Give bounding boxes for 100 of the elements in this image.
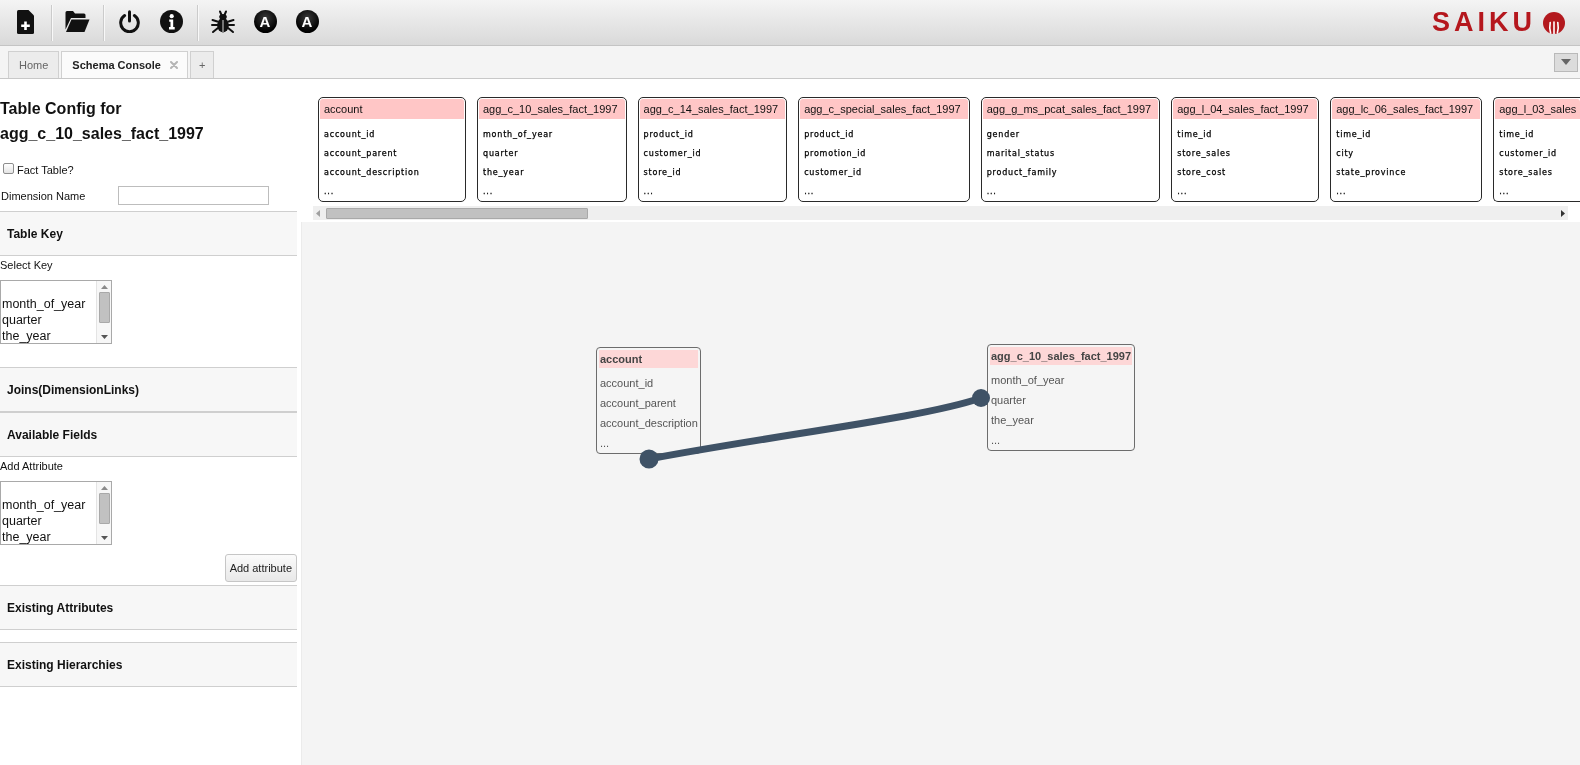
table-node-field: quarter	[990, 390, 1133, 410]
table-card-field: ...	[1495, 182, 1580, 201]
table-node-field: month_of_year	[990, 370, 1133, 390]
table-card-field: store_sales	[1495, 163, 1580, 182]
table-card-field: the_year	[479, 163, 625, 182]
table-node-field: account_id	[599, 373, 698, 393]
table-card-title: agg_lc_06_sales_fact_1997	[1332, 99, 1481, 119]
logo-icon	[1543, 11, 1565, 34]
listbox[interactable]: month_of_year quarter the_year	[0, 280, 112, 344]
dimension-name-field[interactable]	[118, 186, 269, 205]
table-node[interactable]: account account_id account_parent account_description ...	[596, 347, 701, 454]
bug-icon[interactable]	[211, 9, 235, 34]
vertical-scrollbar[interactable]	[96, 281, 111, 343]
add-attribute-button[interactable]: Add attribute	[224, 554, 297, 582]
table-card-field: marital_status	[982, 144, 1159, 163]
close-icon[interactable]	[170, 61, 178, 69]
tab[interactable]: Home	[8, 51, 60, 78]
field-label: Select Key	[0, 258, 54, 273]
scroll-down-icon[interactable]	[100, 335, 108, 339]
table-card[interactable]: account account_id account_parent account_description ...	[318, 97, 466, 202]
table-card-field: ...	[1173, 182, 1318, 201]
table-node[interactable]: agg_c_10_sales_fact_1997 month_of_year quarter the_year ...	[987, 344, 1136, 451]
field-label: Dimension Name	[0, 188, 87, 204]
section-header[interactable]: Joins(DimensionLinks)	[0, 367, 297, 412]
horizontal-scrollbar[interactable]	[313, 206, 1568, 220]
table-card-field: store_cost	[1173, 163, 1318, 182]
table-card-field: promotion_id	[800, 144, 968, 163]
table-card[interactable]: agg_lc_06_sales_fact_1997 time_id city state_province ...	[1330, 97, 1483, 202]
listbox-option[interactable]: quarter	[1, 312, 96, 328]
circled-letter-button[interactable]: A	[295, 10, 319, 33]
fact-table-checkbox[interactable]	[3, 162, 14, 174]
table-node-title: account	[599, 350, 698, 368]
table-card-field: store_sales	[1173, 144, 1318, 163]
field-label: Add Attribute	[0, 459, 64, 474]
table-node-field: account_parent	[599, 393, 698, 413]
scroll-left-icon[interactable]	[316, 209, 320, 217]
table-card[interactable]: agg_c_special_sales_fact_1997 product_id promotion_id customer_id ...	[798, 97, 970, 202]
scroll-up-icon[interactable]	[100, 285, 108, 289]
listbox-option[interactable]: month_of_year	[1, 296, 96, 312]
caret-icon	[1561, 59, 1571, 65]
table-card-field: quarter	[479, 144, 625, 163]
config-title: Table Config for agg_c_10_sales_fact_1997	[0, 99, 205, 144]
table-card-field: ...	[479, 182, 625, 201]
table-card-title: agg_c_10_sales_fact_1997	[479, 99, 625, 119]
table-card-field: account_parent	[320, 144, 464, 163]
section-header[interactable]: Table Key	[0, 211, 297, 256]
circled-letter-button[interactable]: A	[253, 10, 277, 33]
table-card-field: city	[1332, 144, 1481, 163]
table-card-title: agg_c_14_sales_fact_1997	[639, 99, 786, 119]
scrollbar-thumb[interactable]	[326, 207, 588, 219]
section-header[interactable]: Existing Attributes	[0, 585, 297, 630]
table-card[interactable]: agg_c_10_sales_fact_1997 month_of_year quarter the_year ...	[477, 97, 627, 202]
power-icon[interactable]	[117, 10, 141, 33]
scrollbar-thumb[interactable]	[98, 292, 110, 323]
table-card-field: store_id	[639, 163, 786, 182]
section-header[interactable]: Existing Hierarchies	[0, 642, 297, 687]
info-icon[interactable]	[159, 10, 183, 33]
scroll-up-icon[interactable]	[100, 486, 108, 490]
scrollbar-thumb[interactable]	[98, 493, 110, 524]
table-card-field: time_id	[1173, 125, 1318, 144]
listbox-option[interactable]: the_year	[1, 328, 96, 344]
table-card-title: agg_c_special_sales_fact_1997	[800, 99, 968, 119]
table-card-field: time_id	[1332, 125, 1481, 144]
table-card-field: gender	[982, 125, 1159, 144]
table-card[interactable]: agg_c_14_sales_fact_1997 product_id customer_id store_id ...	[637, 97, 788, 202]
scroll-right-icon[interactable]	[1561, 209, 1565, 217]
folder-icon[interactable]	[64, 10, 90, 33]
table-card-field: state_province	[1332, 163, 1481, 182]
table-node-field: account_description	[599, 413, 698, 433]
tab[interactable]: Schema Console	[61, 51, 188, 78]
table-card-field: ...	[982, 182, 1159, 201]
table-card-field: product_id	[800, 125, 968, 144]
listbox-option[interactable]: month_of_year	[1, 497, 96, 513]
table-card[interactable]: agg_g_ms_pcat_sales_fact_1997 gender marital_status product_family ...	[980, 97, 1161, 202]
table-card[interactable]: agg_l_03_sales time_id customer_id store_sales ...	[1493, 97, 1580, 202]
table-card-title: agg_g_ms_pcat_sales_fact_1997	[982, 99, 1159, 119]
tab-menu-button[interactable]	[1554, 52, 1578, 72]
section-header[interactable]: Available Fields	[0, 412, 297, 457]
table-card-field: customer_id	[639, 144, 786, 163]
table-card-title: agg_l_03_sales	[1495, 99, 1580, 119]
checkbox-label: Fact Table?	[17, 162, 74, 178]
table-card-field: product_id	[639, 125, 786, 144]
table-card-field: ...	[1332, 182, 1481, 201]
table-card-field: ...	[639, 182, 786, 201]
table-card-field: month_of_year	[479, 125, 625, 144]
logo-text: SAIKU	[1432, 9, 1536, 36]
vertical-scrollbar[interactable]	[96, 482, 111, 544]
table-card-field: ...	[320, 182, 464, 201]
table-card-field: time_id	[1495, 125, 1580, 144]
new-file-icon[interactable]	[16, 9, 34, 34]
listbox-option[interactable]: quarter	[1, 513, 96, 529]
table-card-field: ...	[800, 182, 968, 201]
listbox-option[interactable]: the_year	[1, 529, 96, 545]
table-card[interactable]: agg_l_04_sales_fact_1997 time_id store_sales store_cost ...	[1171, 97, 1320, 202]
listbox[interactable]: month_of_year quarter the_year	[0, 481, 112, 545]
table-card-field: customer_id	[1495, 144, 1580, 163]
table-node-field: ...	[599, 433, 698, 453]
scroll-down-icon[interactable]	[100, 536, 108, 540]
table-card-title: agg_l_04_sales_fact_1997	[1173, 99, 1318, 119]
new-tab-button[interactable]: +	[190, 51, 215, 78]
